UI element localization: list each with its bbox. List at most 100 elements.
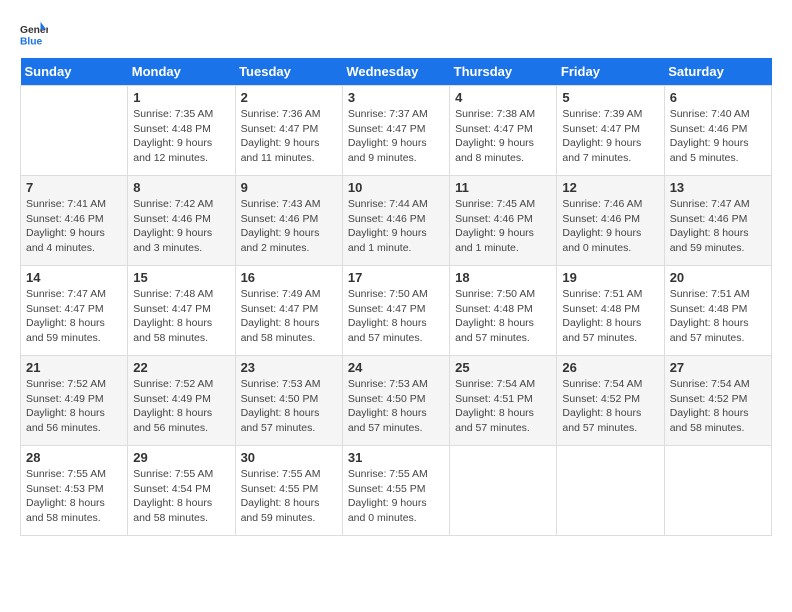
day-info: Sunrise: 7:39 AM Sunset: 4:47 PM Dayligh… [562, 107, 658, 166]
calendar-cell [557, 446, 664, 536]
day-info: Sunrise: 7:53 AM Sunset: 4:50 PM Dayligh… [241, 377, 337, 436]
day-number: 5 [562, 90, 658, 105]
day-info: Sunrise: 7:45 AM Sunset: 4:46 PM Dayligh… [455, 197, 551, 256]
weekday-header: Sunday [21, 58, 128, 86]
day-info: Sunrise: 7:52 AM Sunset: 4:49 PM Dayligh… [133, 377, 229, 436]
day-number: 22 [133, 360, 229, 375]
day-number: 11 [455, 180, 551, 195]
calendar-cell [21, 86, 128, 176]
day-info: Sunrise: 7:44 AM Sunset: 4:46 PM Dayligh… [348, 197, 444, 256]
weekday-header: Wednesday [342, 58, 449, 86]
calendar-cell: 12 Sunrise: 7:46 AM Sunset: 4:46 PM Dayli… [557, 176, 664, 266]
day-number: 30 [241, 450, 337, 465]
day-number: 23 [241, 360, 337, 375]
calendar-cell: 20Sunrise: 7:51 AM Sunset: 4:48 PM Dayli… [664, 266, 771, 356]
day-number: 9 [241, 180, 337, 195]
calendar-cell: 27Sunrise: 7:54 AM Sunset: 4:52 PM Dayli… [664, 356, 771, 446]
logo: General Blue [20, 20, 52, 48]
day-info: Sunrise: 7:48 AM Sunset: 4:47 PM Dayligh… [133, 287, 229, 346]
calendar-cell: 22 Sunrise: 7:52 AM Sunset: 4:49 PM Dayli… [128, 356, 235, 446]
day-info: Sunrise: 7:52 AM Sunset: 4:49 PM Dayligh… [26, 377, 122, 436]
day-number: 2 [241, 90, 337, 105]
calendar-cell [664, 446, 771, 536]
day-info: Sunrise: 7:50 AM Sunset: 4:48 PM Dayligh… [455, 287, 551, 346]
calendar-week-row: 7Sunrise: 7:41 AM Sunset: 4:46 PM Daylig… [21, 176, 772, 266]
day-info: Sunrise: 7:54 AM Sunset: 4:51 PM Dayligh… [455, 377, 551, 436]
calendar-cell: 30Sunrise: 7:55 AM Sunset: 4:55 PM Dayli… [235, 446, 342, 536]
day-info: Sunrise: 7:54 AM Sunset: 4:52 PM Dayligh… [562, 377, 658, 436]
day-number: 12 [562, 180, 658, 195]
weekday-header: Thursday [450, 58, 557, 86]
calendar-cell: 29Sunrise: 7:55 AM Sunset: 4:54 PM Dayli… [128, 446, 235, 536]
day-number: 13 [670, 180, 766, 195]
weekday-header-row: SundayMondayTuesdayWednesdayThursdayFrid… [21, 58, 772, 86]
calendar-cell: 25 Sunrise: 7:54 AM Sunset: 4:51 PM Dayli… [450, 356, 557, 446]
day-info: Sunrise: 7:37 AM Sunset: 4:47 PM Dayligh… [348, 107, 444, 166]
calendar-cell: 18 Sunrise: 7:50 AM Sunset: 4:48 PM Dayli… [450, 266, 557, 356]
calendar-cell: 17Sunrise: 7:50 AM Sunset: 4:47 PM Dayli… [342, 266, 449, 356]
day-number: 17 [348, 270, 444, 285]
day-number: 15 [133, 270, 229, 285]
page-header: General Blue [20, 20, 772, 48]
day-number: 26 [562, 360, 658, 375]
day-number: 28 [26, 450, 122, 465]
day-number: 6 [670, 90, 766, 105]
day-number: 20 [670, 270, 766, 285]
day-info: Sunrise: 7:55 AM Sunset: 4:53 PM Dayligh… [26, 467, 122, 526]
calendar-cell: 14 Sunrise: 7:47 AM Sunset: 4:47 PM Dayli… [21, 266, 128, 356]
calendar-cell: 23 Sunrise: 7:53 AM Sunset: 4:50 PM Dayli… [235, 356, 342, 446]
day-number: 25 [455, 360, 551, 375]
day-info: Sunrise: 7:47 AM Sunset: 4:47 PM Dayligh… [26, 287, 122, 346]
calendar-cell [450, 446, 557, 536]
day-info: Sunrise: 7:47 AM Sunset: 4:46 PM Dayligh… [670, 197, 766, 256]
calendar-cell: 9 Sunrise: 7:43 AM Sunset: 4:46 PM Daylig… [235, 176, 342, 266]
svg-text:Blue: Blue [20, 36, 43, 47]
day-info: Sunrise: 7:49 AM Sunset: 4:47 PM Dayligh… [241, 287, 337, 346]
day-number: 18 [455, 270, 551, 285]
day-number: 4 [455, 90, 551, 105]
day-info: Sunrise: 7:51 AM Sunset: 4:48 PM Dayligh… [562, 287, 658, 346]
day-number: 27 [670, 360, 766, 375]
calendar-cell: 6 Sunrise: 7:40 AM Sunset: 4:46 PM Daylig… [664, 86, 771, 176]
calendar-cell: 24Sunrise: 7:53 AM Sunset: 4:50 PM Dayli… [342, 356, 449, 446]
calendar-cell: 10 Sunrise: 7:44 AM Sunset: 4:46 PM Dayli… [342, 176, 449, 266]
day-info: Sunrise: 7:38 AM Sunset: 4:47 PM Dayligh… [455, 107, 551, 166]
calendar-cell: 1 Sunrise: 7:35 AM Sunset: 4:48 PM Daylig… [128, 86, 235, 176]
calendar-cell: 15 Sunrise: 7:48 AM Sunset: 4:47 PM Dayli… [128, 266, 235, 356]
day-info: Sunrise: 7:40 AM Sunset: 4:46 PM Dayligh… [670, 107, 766, 166]
calendar-cell: 19 Sunrise: 7:51 AM Sunset: 4:48 PM Dayli… [557, 266, 664, 356]
calendar-cell: 31 Sunrise: 7:55 AM Sunset: 4:55 PM Dayli… [342, 446, 449, 536]
day-number: 31 [348, 450, 444, 465]
calendar-week-row: 21 Sunrise: 7:52 AM Sunset: 4:49 PM Dayli… [21, 356, 772, 446]
weekday-header: Friday [557, 58, 664, 86]
day-number: 19 [562, 270, 658, 285]
day-number: 3 [348, 90, 444, 105]
day-info: Sunrise: 7:55 AM Sunset: 4:55 PM Dayligh… [348, 467, 444, 526]
day-info: Sunrise: 7:46 AM Sunset: 4:46 PM Dayligh… [562, 197, 658, 256]
day-number: 24 [348, 360, 444, 375]
day-info: Sunrise: 7:35 AM Sunset: 4:48 PM Dayligh… [133, 107, 229, 166]
calendar-cell: 4 Sunrise: 7:38 AM Sunset: 4:47 PM Daylig… [450, 86, 557, 176]
calendar-cell: 26 Sunrise: 7:54 AM Sunset: 4:52 PM Dayli… [557, 356, 664, 446]
day-info: Sunrise: 7:41 AM Sunset: 4:46 PM Dayligh… [26, 197, 122, 256]
day-number: 1 [133, 90, 229, 105]
day-number: 21 [26, 360, 122, 375]
calendar-cell: 13 Sunrise: 7:47 AM Sunset: 4:46 PM Dayli… [664, 176, 771, 266]
day-info: Sunrise: 7:36 AM Sunset: 4:47 PM Dayligh… [241, 107, 337, 166]
day-info: Sunrise: 7:43 AM Sunset: 4:46 PM Dayligh… [241, 197, 337, 256]
weekday-header: Saturday [664, 58, 771, 86]
day-number: 14 [26, 270, 122, 285]
calendar-week-row: 14 Sunrise: 7:47 AM Sunset: 4:47 PM Dayli… [21, 266, 772, 356]
calendar-cell: 2 Sunrise: 7:36 AM Sunset: 4:47 PM Daylig… [235, 86, 342, 176]
calendar-week-row: 1 Sunrise: 7:35 AM Sunset: 4:48 PM Daylig… [21, 86, 772, 176]
logo-icon: General Blue [20, 20, 48, 48]
day-number: 10 [348, 180, 444, 195]
calendar-cell: 3 Sunrise: 7:37 AM Sunset: 4:47 PM Daylig… [342, 86, 449, 176]
day-info: Sunrise: 7:42 AM Sunset: 4:46 PM Dayligh… [133, 197, 229, 256]
weekday-header: Tuesday [235, 58, 342, 86]
calendar-cell: 5 Sunrise: 7:39 AM Sunset: 4:47 PM Daylig… [557, 86, 664, 176]
calendar-cell: 11 Sunrise: 7:45 AM Sunset: 4:46 PM Dayli… [450, 176, 557, 266]
calendar-cell: 7Sunrise: 7:41 AM Sunset: 4:46 PM Daylig… [21, 176, 128, 266]
calendar-cell: 8Sunrise: 7:42 AM Sunset: 4:46 PM Daylig… [128, 176, 235, 266]
day-info: Sunrise: 7:55 AM Sunset: 4:54 PM Dayligh… [133, 467, 229, 526]
